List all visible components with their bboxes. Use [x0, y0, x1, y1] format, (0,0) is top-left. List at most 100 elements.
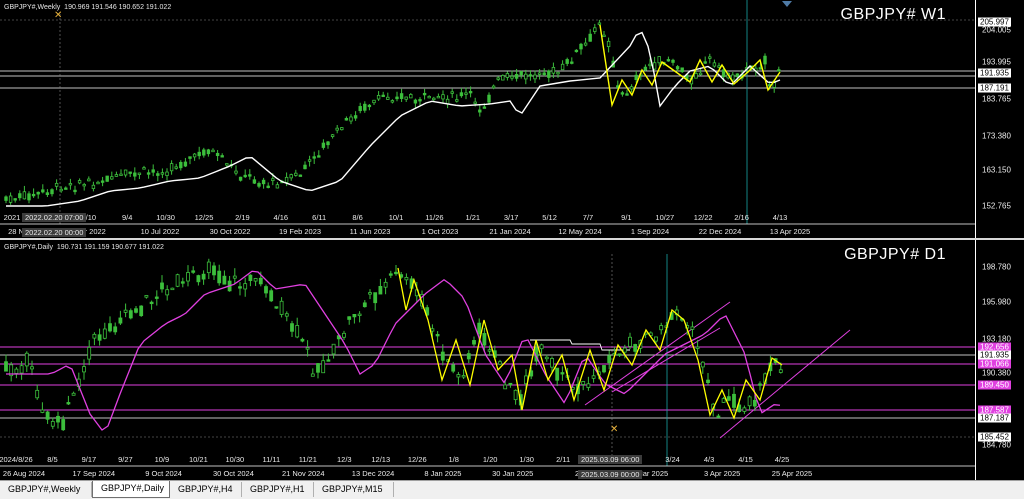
candle-body: [97, 334, 102, 341]
candle-body: [388, 273, 393, 276]
x-tick: 9 Oct 2024: [145, 469, 182, 478]
x-tick: 30 Oct 2024: [213, 469, 254, 478]
x-tick: 3 Apr 2025: [704, 469, 741, 478]
candle-body: [191, 270, 196, 273]
daily-plot-area[interactable]: [0, 240, 976, 480]
x-tick: 10/30: [156, 213, 175, 222]
candle-body: [381, 94, 385, 98]
candle-body: [31, 193, 36, 197]
candle-body: [508, 382, 513, 386]
candle-body: [482, 106, 487, 109]
candle-body: [174, 166, 178, 169]
x-tick: 26 Aug 2024: [2, 469, 46, 478]
candle-body: [574, 49, 579, 53]
candle-body: [395, 96, 399, 100]
weekly-title: GBPJPY# W1: [840, 6, 946, 23]
x-tick: 13 Dec 2024: [351, 469, 395, 478]
candle-body: [82, 184, 86, 187]
candle-body: [620, 92, 625, 95]
candle-body: [588, 33, 592, 42]
candle-body: [478, 109, 482, 113]
candle-body: [422, 92, 427, 96]
candle-body: [617, 353, 622, 356]
x-tick: 30 Oct 2022: [209, 227, 251, 236]
candle-body: [186, 272, 190, 282]
candle-body: [376, 95, 381, 100]
candle-body: [634, 74, 638, 81]
candle-body: [201, 273, 206, 280]
weekly-price-axis[interactable]: 204.005 193.995 183.765 173.380 163.150 …: [975, 0, 1024, 238]
candle-body: [59, 188, 63, 192]
x-tick: 12 May 2024: [558, 227, 602, 236]
candle-body: [496, 77, 500, 80]
candle-body: [513, 389, 518, 401]
candle-body: [418, 99, 422, 102]
candle-body: [708, 56, 712, 59]
crosshair-time-top: 2022.02.20 07:00: [22, 213, 87, 222]
candle-body: [514, 74, 519, 79]
x-tick: 30 Jan 2025: [492, 469, 534, 478]
x-tick: 8 Jan 2025: [424, 469, 462, 478]
candle-body: [643, 66, 648, 71]
candle-body: [455, 99, 459, 102]
candle-body: [92, 333, 97, 339]
tab-daily[interactable]: GBPJPY#,Daily: [92, 481, 170, 498]
candle-body: [146, 172, 151, 175]
candle-body: [4, 361, 8, 372]
x-tick: 9/27: [118, 455, 133, 464]
candle-body: [154, 296, 159, 299]
candle-body: [466, 353, 471, 360]
candle-body: [144, 295, 149, 298]
candle-body: [487, 94, 491, 103]
tab-h4[interactable]: GBPJPY#,H4: [170, 482, 242, 497]
tab-m15[interactable]: GBPJPY#,M15: [314, 482, 394, 497]
price-tag: 205.997: [978, 17, 1011, 27]
candle-body: [266, 185, 270, 188]
candle-body: [763, 55, 767, 65]
candle-body: [436, 95, 441, 99]
candle-body: [473, 101, 477, 104]
weekly-plot-area[interactable]: [0, 0, 976, 238]
x-tick: 11/26: [425, 213, 444, 222]
candle-body: [188, 156, 192, 159]
candle-body: [321, 142, 326, 148]
candle-body: [752, 399, 757, 407]
candle-body: [386, 96, 390, 100]
candle-body: [440, 351, 445, 361]
x-tick: 12/13: [371, 455, 391, 464]
candle-body: [220, 155, 224, 158]
daily-chart-panel[interactable]: GBPJPY#,Daily 190.731 191.159 190.677 19…: [0, 240, 1024, 480]
candle-body: [156, 173, 160, 176]
candle-body: [27, 193, 31, 201]
x-tick: 22 Dec 2024: [698, 227, 742, 236]
daily-price-axis[interactable]: 198.780 195.980 193.180 190.380 184.780 …: [975, 240, 1024, 480]
x-tick: 1/8: [448, 455, 459, 464]
candle-body: [196, 275, 201, 283]
candle-body: [326, 141, 330, 146]
x-tick: 3/24: [665, 455, 680, 464]
weekly-chart-panel[interactable]: GBPJPY#,Weekly 190.969 191.546 190.652 1…: [0, 0, 1024, 238]
candle-body: [192, 153, 197, 158]
tab-h1[interactable]: GBPJPY#,H1: [242, 482, 314, 497]
shift-marker-icon[interactable]: [782, 1, 792, 7]
crosshair-time-bottom: 2025.03.09 00:00: [578, 470, 643, 479]
candle-body: [533, 74, 537, 80]
candle-body: [659, 325, 664, 331]
x-tick: 7/7: [582, 213, 594, 222]
candle-body: [353, 115, 358, 119]
candle-body: [409, 94, 413, 99]
candle-body: [50, 421, 55, 427]
y-tick: 198.780: [982, 262, 1011, 272]
candle-body: [456, 374, 461, 378]
candle-body: [694, 73, 698, 79]
candle-body: [114, 174, 119, 177]
candle-body: [331, 343, 336, 355]
y-tick: 173.380: [982, 131, 1011, 141]
tab-weekly[interactable]: GBPJPY#,Weekly: [0, 482, 92, 497]
candle-body: [652, 62, 657, 70]
candle-body: [77, 180, 82, 184]
trendline: [719, 329, 851, 439]
moving-average-line: [6, 270, 781, 431]
x-tick: 1 Oct 2023: [421, 227, 459, 236]
candle-body: [238, 286, 242, 289]
